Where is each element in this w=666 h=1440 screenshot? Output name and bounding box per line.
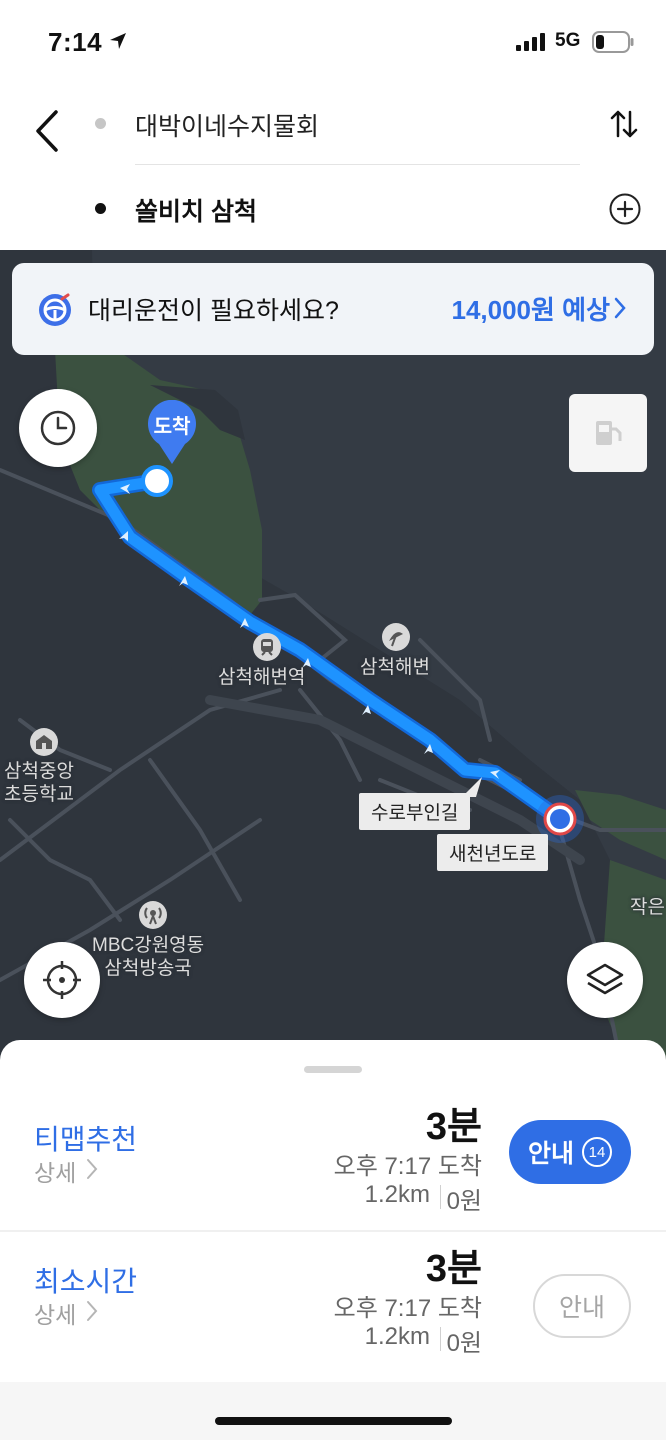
- home-indicator-area: [0, 1382, 666, 1440]
- poi-label-broadcast: MBC강원영동 삼척방송국: [92, 934, 204, 980]
- route-toll: 0원: [446, 1330, 482, 1357]
- route-header: 대박이네수지물회 쏠비치 삼척: [0, 84, 666, 252]
- status-time: 7:14: [48, 27, 103, 57]
- poi-label-station: 삼척해변역: [218, 667, 306, 688]
- steering-wheel-icon: [39, 293, 71, 326]
- map-layers-button[interactable]: [567, 942, 643, 1018]
- school-icon: [30, 728, 58, 756]
- route-detail-link[interactable]: 상세: [34, 1154, 76, 1188]
- layers-icon: [586, 963, 624, 995]
- route-name: 최소시간: [34, 1266, 138, 1297]
- start-guidance-button[interactable]: 안내 14: [509, 1120, 631, 1184]
- divider: [440, 1185, 441, 1209]
- road-tag-pointer: [462, 777, 482, 797]
- battery-icon: [592, 31, 634, 53]
- home-indicator[interactable]: [215, 1417, 452, 1425]
- poi-label-broadcast-line1: MBC강원영동: [92, 935, 205, 956]
- screen: 7:14 5G 대박이네수지물회 쏠비치 삼척 삼척해변역 삼척해변 삼척중앙 …: [0, 0, 666, 1440]
- poi-label-broadcast-line2: 삼척방송국: [104, 958, 192, 979]
- current-location-button[interactable]: [24, 942, 100, 1018]
- route-option-recommended[interactable]: 티맵추천 상세 3분 오후 7:17 도착 1.2km 0원 안내 14: [0, 1090, 666, 1242]
- destination-dot: [95, 203, 106, 214]
- route-option-fastest[interactable]: 최소시간 상세 3분 오후 7:17 도착 1.2km 0원 안내: [0, 1230, 666, 1382]
- origin-dot: [95, 118, 106, 129]
- route-distance: 1.2km: [364, 1323, 430, 1350]
- origin-field[interactable]: 대박이네수지물회: [135, 107, 319, 143]
- broadcast-icon: [139, 901, 167, 929]
- banner-text: 대리운전이 필요하세요?: [88, 297, 339, 325]
- history-button[interactable]: [19, 389, 97, 467]
- route-duration: 3분: [425, 1248, 482, 1290]
- route-detail-link[interactable]: 상세: [34, 1296, 76, 1330]
- route-arrival: 오후 7:17 도착: [333, 1295, 482, 1322]
- network-type: 5G: [555, 30, 581, 51]
- road-tag-suro: 수로부인길: [359, 793, 471, 830]
- beach-icon: [382, 623, 410, 651]
- fuel-icon: [596, 421, 622, 445]
- countdown-badge: 14: [582, 1137, 612, 1167]
- arrival-pin-label: 도착: [153, 416, 191, 438]
- sheet-drag-handle[interactable]: [304, 1066, 362, 1073]
- road-tag-saecheonnyeon: 새천년도로: [437, 834, 549, 871]
- add-waypoint-icon[interactable]: [608, 192, 642, 226]
- poi-label-beach: 삼척해변: [360, 657, 430, 678]
- route-duration: 3분: [425, 1106, 482, 1148]
- map-view[interactable]: 삼척해변역 삼척해변 삼척중앙 초등학교 MBC강원영동 삼척방송국 작은 수로…: [0, 250, 666, 1060]
- guidance-button[interactable]: 안내: [533, 1274, 631, 1338]
- location-arrow-icon: [110, 33, 126, 49]
- back-icon[interactable]: [28, 108, 68, 154]
- start-guidance-label: 안내: [527, 1140, 574, 1168]
- poi-label-school-line1: 삼척중앙: [4, 761, 74, 782]
- poi-label-school-line2: 초등학교: [4, 784, 74, 805]
- route-name: 티맵추천: [34, 1124, 138, 1155]
- divider: [135, 164, 580, 165]
- train-icon: [253, 633, 281, 661]
- route-toll: 0원: [446, 1188, 482, 1215]
- destination-field[interactable]: 쏠비치 삼척: [135, 192, 257, 228]
- proxy-driving-banner[interactable]: 대리운전이 필요하세요? 14,000원 예상: [12, 263, 654, 355]
- locate-icon: [43, 961, 81, 999]
- route-distance: 1.2km: [364, 1181, 430, 1208]
- poi-label-school: 삼척중앙 초등학교: [4, 760, 74, 806]
- chevron-right-icon: [614, 297, 626, 319]
- divider: [440, 1327, 441, 1351]
- route-options-sheet: 티맵추천 상세 3분 오후 7:17 도착 1.2km 0원 안내 14 최소시…: [0, 1040, 666, 1440]
- chevron-right-icon: [87, 1159, 98, 1179]
- clock-icon: [40, 410, 76, 446]
- route-arrival: 오후 7:17 도착: [333, 1153, 482, 1180]
- map-label-edge: 작은: [630, 897, 665, 918]
- banner-price: 14,000원 예상: [451, 295, 610, 325]
- signal-icon: [516, 33, 545, 51]
- chevron-right-icon: [87, 1301, 98, 1321]
- swap-icon[interactable]: [606, 106, 642, 142]
- fuel-button[interactable]: [569, 394, 647, 472]
- status-bar: 7:14 5G: [0, 0, 666, 84]
